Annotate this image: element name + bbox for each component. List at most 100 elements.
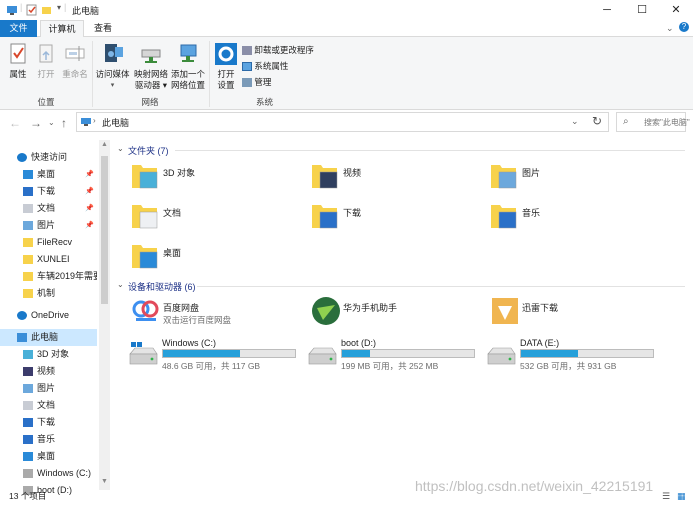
refresh-icon[interactable]: ↻ (592, 114, 602, 128)
sidebar-item[interactable]: 下载 (0, 414, 97, 431)
rename-button[interactable]: 重命名 (60, 42, 90, 80)
drive-item[interactable]: DATA (E:) 532 GB 可用，共 931 GB (485, 336, 660, 372)
sidebar-item[interactable]: 3D 对象 (0, 346, 97, 363)
sidebar-item[interactable]: Windows (C:) (0, 465, 97, 482)
folder-item[interactable]: 3D 对象 (131, 160, 301, 194)
access-media-button[interactable]: 访问媒体 ▾ (95, 42, 130, 91)
ribbon-divider (92, 41, 93, 107)
device-item[interactable]: 百度网盘 双击运行百度网盘 (131, 296, 301, 330)
scroll-up-icon[interactable]: ▲ (101, 141, 108, 148)
drive-item[interactable]: Windows (C:) 48.6 GB 可用，共 117 GB (127, 336, 302, 372)
device-item[interactable]: 迅雷下载 (490, 296, 660, 330)
huawei-icon (312, 297, 340, 325)
sidebar-item[interactable]: XUNLEI (0, 251, 97, 268)
xunlei-icon (492, 298, 518, 324)
sidebar-item[interactable]: 车辆2019年需要 (0, 268, 97, 285)
desktop-folder-icon (132, 245, 158, 269)
drive-item[interactable]: boot (D:) 199 MB 可用，共 252 MB (306, 336, 481, 372)
download-folder-icon (312, 205, 338, 229)
folder-label: 桌面 (163, 248, 182, 258)
close-button[interactable]: ✕ (659, 0, 693, 20)
new-folder-icon[interactable] (41, 4, 52, 16)
section-divider (175, 150, 685, 151)
help-icon[interactable]: ? (679, 22, 689, 32)
collapse-chevron-icon[interactable]: ⌄ (117, 280, 124, 289)
folder-item[interactable]: 文档 (131, 200, 301, 234)
gear-icon (215, 43, 237, 65)
map-network-drive-button[interactable]: 映射网络 驱动器 ▾ (133, 42, 169, 91)
quick-access-dropdown-icon[interactable]: ▾ (57, 3, 61, 12)
scrollbar-thumb[interactable] (101, 156, 108, 304)
sidebar-item[interactable]: 音乐 (0, 431, 97, 448)
sidebar-item-label: Windows (C:) (37, 468, 92, 478)
add-network-location-button[interactable]: 添加一个 网络位置 (170, 42, 206, 91)
desktop-icon (23, 452, 33, 462)
drive-icon (487, 347, 516, 365)
breadcrumb[interactable]: 此电脑 (102, 116, 129, 129)
device-item[interactable]: 华为手机助手 (311, 296, 481, 330)
scroll-down-icon[interactable]: ▼ (101, 478, 108, 485)
manage-button[interactable]: 管理 (242, 76, 271, 88)
sidebar-item[interactable]: 此电脑 (0, 329, 97, 346)
tab-computer[interactable]: 计算机 (40, 20, 84, 37)
search-input[interactable]: ⌕ 搜索"此电脑" (616, 112, 690, 132)
sidebar-item[interactable]: 机制 (0, 285, 97, 302)
network-drive-icon (141, 49, 161, 63)
sidebar-item[interactable]: 桌面 (0, 448, 97, 465)
sidebar-item[interactable]: 下载 📌 (0, 183, 97, 200)
sidebar-item[interactable]: 桌面 📌 (0, 166, 97, 183)
forward-arrow-icon[interactable]: → (30, 116, 42, 130)
group-label-system: 系统 (255, 97, 273, 107)
sidebar-item[interactable]: 文档 (0, 397, 97, 414)
folder-item[interactable]: 音乐 (490, 200, 660, 234)
details-view-icon[interactable]: ☰ (662, 491, 670, 502)
properties-icon[interactable] (26, 4, 37, 16)
folder-label: 音乐 (522, 208, 541, 218)
back-arrow-icon[interactable]: ← (9, 116, 21, 130)
folder-item[interactable]: 下载 (311, 200, 481, 234)
history-dropdown-icon[interactable]: ⌄ (48, 118, 55, 127)
open-button[interactable]: 打开 (34, 42, 58, 80)
section-title-devices[interactable]: 设备和驱动器 (6) (128, 280, 196, 293)
sidebar-item[interactable]: FileRecv (0, 234, 97, 251)
collapse-chevron-icon[interactable]: ⌄ (117, 144, 124, 153)
properties-button[interactable]: 属性 (5, 42, 31, 80)
minimize-button[interactable]: ─ (590, 0, 624, 20)
sidebar-item[interactable]: 图片 (0, 380, 97, 397)
section-title-folders[interactable]: 文件夹 (7) (128, 144, 169, 157)
sidebar-item-label: 文档 (37, 203, 56, 213)
folder-item[interactable]: 图片 (490, 160, 660, 194)
maximize-button[interactable]: ☐ (625, 0, 659, 20)
computer-icon (81, 118, 91, 126)
sidebar-item[interactable]: 视频 (0, 363, 97, 380)
sidebar-item[interactable]: OneDrive (0, 307, 97, 324)
system-properties-icon (242, 62, 252, 72)
desktop-icon (23, 170, 33, 180)
ribbon-expand-icon[interactable]: ⌄ (666, 23, 674, 34)
sidebar-item-label: 3D 对象 (37, 349, 70, 359)
rename-label: 重命名 (62, 69, 88, 79)
uninstall-programs-button[interactable]: 卸载或更改程序 (242, 44, 314, 56)
open-settings-button[interactable]: 打开 设置 (212, 42, 240, 91)
sidebar-item[interactable]: 快速访问 (0, 149, 97, 166)
folder-icon (23, 238, 33, 248)
tab-view[interactable]: 查看 (86, 20, 120, 37)
music-folder-icon (491, 205, 517, 229)
video-folder-icon (312, 165, 338, 189)
tab-file[interactable]: 文件 (0, 20, 37, 37)
sidebar-item-label: 音乐 (37, 434, 56, 444)
sidebar-item[interactable]: 文档 📌 (0, 200, 97, 217)
access-media-label: 访问媒体 (95, 69, 130, 79)
address-dropdown-icon[interactable]: ⌄ (571, 116, 579, 127)
sidebar-item[interactable]: 图片 📌 (0, 217, 97, 234)
picture-icon (23, 384, 33, 394)
music-icon (23, 435, 33, 445)
folder-item[interactable]: 视频 (311, 160, 481, 194)
search-icon: ⌕ (623, 116, 629, 127)
address-bar[interactable]: › 此电脑 ⌄ (76, 112, 609, 132)
large-icons-view-icon[interactable]: ▦ (677, 491, 686, 502)
folder-item[interactable]: 桌面 (131, 240, 301, 274)
system-properties-button[interactable]: 系统属性 (242, 60, 288, 72)
up-arrow-icon[interactable]: ↑ (61, 116, 67, 130)
map-drive-label: 映射网络 (133, 69, 168, 79)
